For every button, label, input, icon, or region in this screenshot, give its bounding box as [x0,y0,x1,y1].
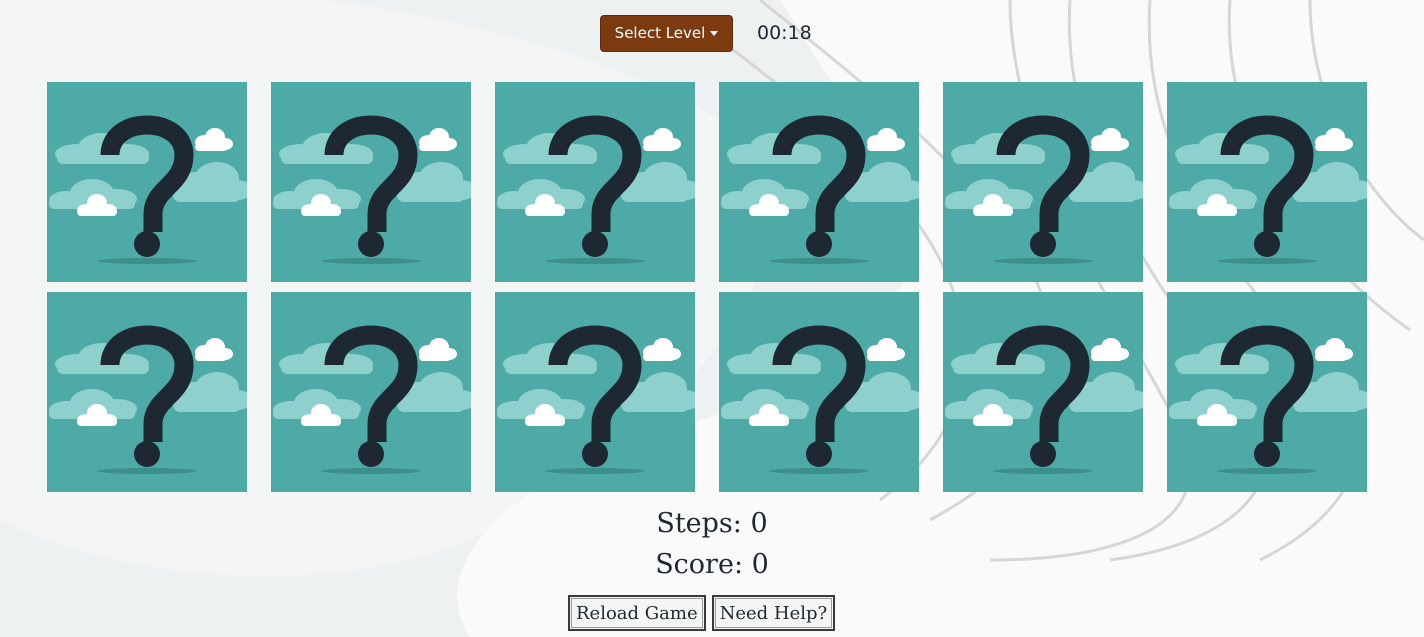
memory-card[interactable] [1167,292,1367,492]
reload-game-button[interactable]: Reload Game [568,595,706,631]
memory-card[interactable] [47,292,247,492]
memory-card[interactable] [47,82,247,282]
question-mark-icon [1167,292,1367,492]
question-mark-icon [47,82,247,282]
top-bar: Select Level 00:18 [600,14,812,52]
memory-card[interactable] [271,292,471,492]
question-mark-icon [495,292,695,492]
memory-card[interactable] [495,292,695,492]
select-level-label: Select Level [614,24,706,42]
steps-counter: Steps: 0 [656,508,768,539]
question-mark-icon [47,292,247,492]
question-mark-icon [943,82,1143,282]
timer: 00:18 [757,22,812,44]
action-buttons: Reload Game Need Help? [568,595,836,631]
question-mark-icon [1167,82,1367,282]
need-help-button[interactable]: Need Help? [711,595,836,631]
question-mark-icon [719,82,919,282]
question-mark-icon [943,292,1143,492]
score-counter: Score: 0 [655,549,769,580]
question-mark-icon [271,82,471,282]
question-mark-icon [495,82,695,282]
card-board [47,82,1367,492]
memory-card[interactable] [719,82,919,282]
memory-card[interactable] [719,292,919,492]
memory-card[interactable] [943,292,1143,492]
select-level-dropdown[interactable]: Select Level [600,14,733,52]
question-mark-icon [271,292,471,492]
memory-card[interactable] [495,82,695,282]
question-mark-icon [719,292,919,492]
caret-down-icon [710,31,719,36]
memory-card[interactable] [943,82,1143,282]
memory-card[interactable] [1167,82,1367,282]
memory-card[interactable] [271,82,471,282]
